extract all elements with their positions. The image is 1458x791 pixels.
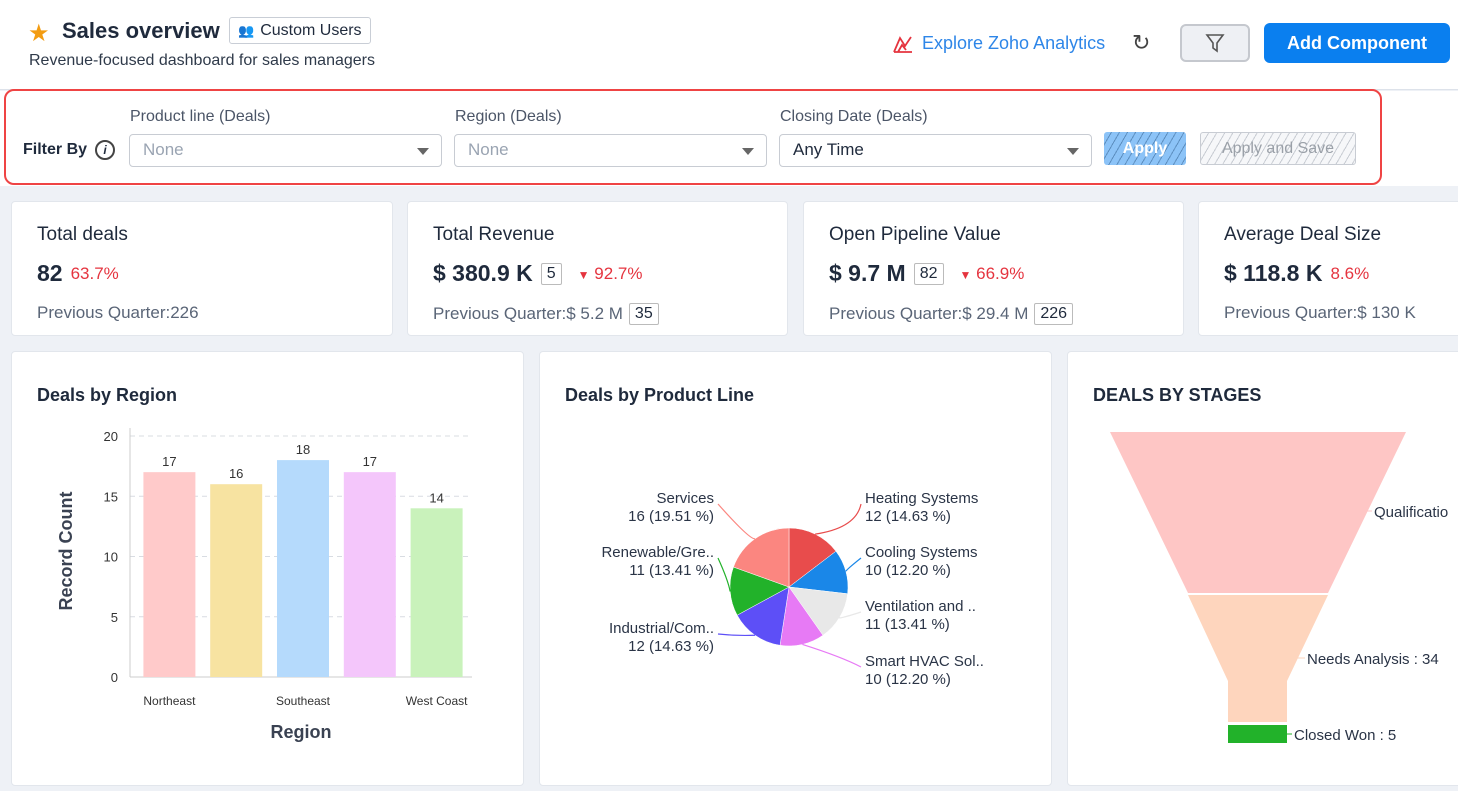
x-tick-label: West Coast	[406, 694, 468, 708]
bar[interactable]	[410, 508, 463, 677]
pie-leader-line	[717, 633, 756, 637]
funnel-label: Needs Analysis : 34	[1307, 651, 1439, 668]
pie-label: Industrial/Com..	[609, 620, 714, 637]
funnel-stage[interactable]	[1110, 432, 1406, 593]
y-tick-label: 5	[111, 610, 118, 625]
charts-layer: 0 5 10 15 20 17 Northeast 16 18 Southeast 17 14 West…	[56, 428, 1448, 744]
pie-value-label: 10 (12.20 %)	[865, 671, 951, 688]
bar-data-label: 14	[429, 490, 443, 505]
pie-label: Renewable/Gre..	[601, 544, 714, 561]
pie-value-label: 12 (14.63 %)	[628, 638, 714, 655]
pie-leader-line	[717, 503, 756, 540]
pie-value-label: 12 (14.63 %)	[865, 508, 951, 525]
x-axis-title: Region	[271, 722, 332, 742]
pie-value-label: 11 (13.41 %)	[865, 616, 950, 633]
bar-data-label: 16	[229, 466, 243, 481]
y-tick-label: 20	[104, 429, 118, 444]
pie-label: Heating Systems	[865, 490, 978, 507]
pie-leader-line	[815, 503, 862, 535]
pie-label: Smart HVAC Sol..	[865, 653, 984, 670]
bar-data-label: 17	[363, 454, 377, 469]
pie-value-label: 11 (13.41 %)	[629, 562, 714, 579]
x-tick-label: Southeast	[276, 694, 331, 708]
bar[interactable]	[277, 460, 329, 677]
funnel-label: Qualificatio	[1374, 504, 1448, 521]
pie-label: Ventilation and ..	[865, 598, 976, 615]
pie-leader-line	[717, 557, 731, 592]
y-tick-label: 15	[104, 489, 118, 504]
funnel-label: Closed Won : 5	[1294, 727, 1396, 744]
bar-data-label: 18	[296, 442, 310, 457]
pie-leader-line	[845, 557, 862, 572]
bar[interactable]	[343, 472, 396, 677]
pie-leader-line	[802, 643, 862, 668]
bar[interactable]	[143, 472, 196, 677]
bar[interactable]	[210, 484, 263, 677]
pie-label: Cooling Systems	[865, 544, 978, 561]
funnel-stage[interactable]	[1228, 725, 1287, 743]
bar-data-label: 17	[162, 454, 176, 469]
y-axis-title: Record Count	[56, 491, 76, 610]
pie-value-label: 16 (19.51 %)	[628, 508, 714, 525]
pie-label: Services	[656, 490, 714, 507]
x-tick-label: Northeast	[143, 694, 196, 708]
pie-value-label: 10 (12.20 %)	[865, 562, 951, 579]
y-tick-label: 10	[104, 550, 118, 565]
y-tick-label: 0	[111, 670, 118, 685]
